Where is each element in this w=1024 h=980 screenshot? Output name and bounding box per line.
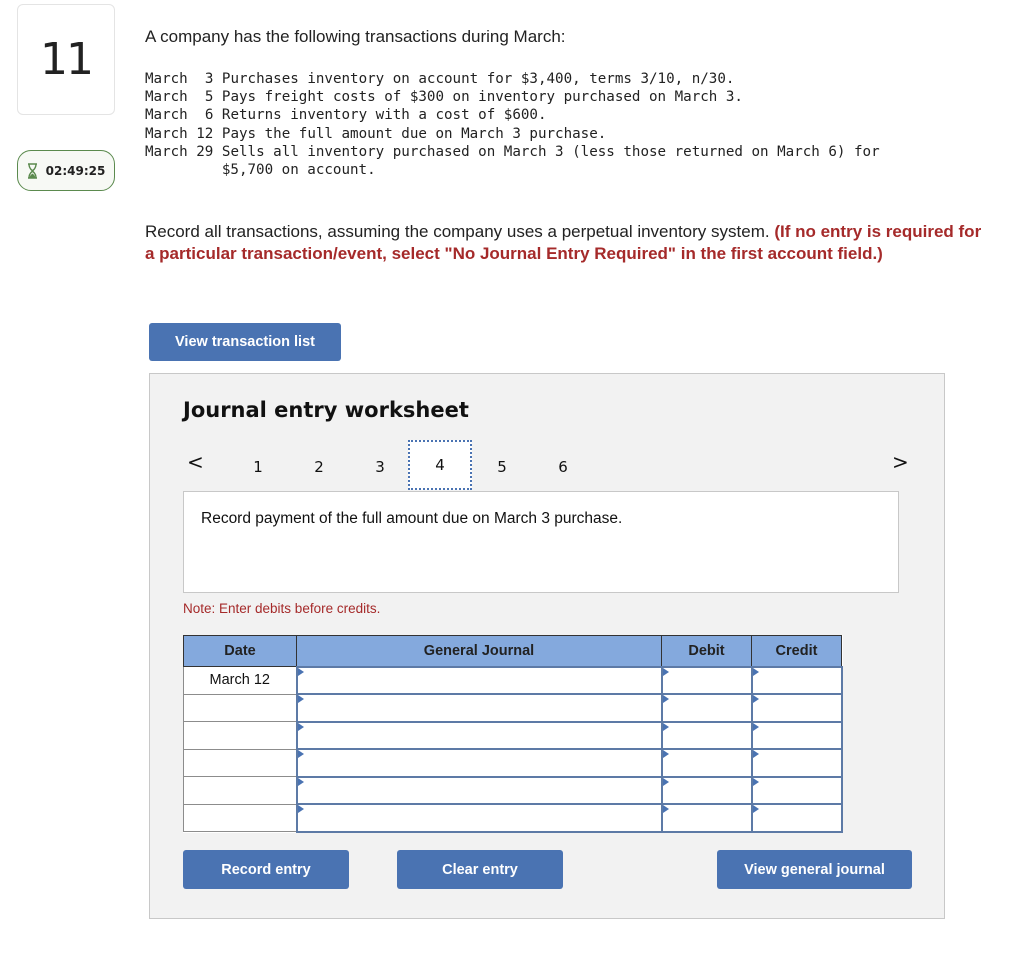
entry-note: Note: Enter debits before credits. [183, 601, 381, 616]
transaction-description: Record payment of the full amount due on… [183, 491, 899, 593]
view-general-journal-button[interactable]: View general journal [717, 850, 912, 889]
chevron-right-icon[interactable]: > [892, 450, 909, 474]
transaction-row: March 5 Pays freight costs of $300 on in… [145, 89, 743, 106]
date-cell [183, 721, 297, 750]
date-cell [183, 748, 297, 777]
date-cell [183, 776, 297, 805]
account-input[interactable] [297, 695, 661, 721]
account-input[interactable] [297, 722, 661, 748]
transaction-row: March 29 Sells all inventory purchased o… [145, 143, 880, 179]
table-row [183, 803, 843, 833]
debit-cell[interactable] [660, 693, 753, 723]
debit-input[interactable] [662, 722, 751, 748]
record-entry-button[interactable]: Record entry [183, 850, 349, 889]
credit-cell[interactable] [750, 693, 843, 723]
transaction-row: March 6 Returns inventory with a cost of… [145, 107, 547, 124]
credit-input[interactable] [752, 805, 841, 831]
account-input[interactable] [297, 805, 661, 831]
journal-header-row: Date General Journal Debit Credit [183, 635, 842, 667]
table-row [183, 775, 843, 805]
table-row: March 12 [183, 665, 843, 695]
clear-entry-button[interactable]: Clear entry [397, 850, 563, 889]
account-input[interactable] [297, 667, 661, 693]
question-intro: A company has the following transactions… [145, 27, 566, 46]
account-input[interactable] [297, 750, 661, 776]
account-cell[interactable] [295, 720, 663, 750]
header-general-journal: General Journal [296, 635, 662, 667]
account-cell[interactable] [295, 665, 663, 695]
credit-cell[interactable] [750, 775, 843, 805]
header-credit: Credit [751, 635, 842, 667]
page-tab-2[interactable]: 2 [289, 442, 349, 492]
worksheet-title: Journal entry worksheet [183, 398, 469, 422]
transaction-row: March 3 Purchases inventory on account f… [145, 71, 735, 87]
view-transaction-list-button[interactable]: View transaction list [149, 323, 341, 361]
header-debit: Debit [661, 635, 752, 667]
transaction-list: March 3 Purchases inventory on account f… [145, 70, 880, 179]
debit-input[interactable] [662, 805, 751, 831]
journal-entry-worksheet: Journal entry worksheet < 1 2 3 4 5 6 > … [149, 373, 945, 919]
page-tab-5[interactable]: 5 [472, 442, 532, 492]
debit-cell[interactable] [660, 720, 753, 750]
timer-badge: 02:49:25 [17, 150, 115, 191]
debit-cell[interactable] [660, 803, 753, 833]
account-cell[interactable] [295, 693, 663, 723]
date-cell [183, 693, 297, 722]
table-row [183, 693, 843, 723]
debit-input[interactable] [662, 667, 751, 693]
hourglass-icon [27, 162, 37, 179]
chevron-left-icon[interactable]: < [187, 450, 204, 474]
credit-input[interactable] [752, 750, 841, 776]
debit-input[interactable] [662, 750, 751, 776]
page-tab-3[interactable]: 3 [350, 442, 410, 492]
page-tab-4[interactable]: 4 [408, 440, 472, 490]
date-cell [183, 803, 297, 832]
credit-input[interactable] [752, 695, 841, 721]
timer-value: 02:49:25 [45, 163, 106, 178]
credit-input[interactable] [752, 722, 841, 748]
credit-cell[interactable] [750, 665, 843, 695]
journal-table: Date General Journal Debit Credit March … [183, 635, 843, 833]
credit-input[interactable] [752, 667, 841, 693]
page-tab-6[interactable]: 6 [533, 442, 593, 492]
date-cell: March 12 [183, 666, 297, 695]
debit-cell[interactable] [660, 748, 753, 778]
table-row [183, 720, 843, 750]
account-cell[interactable] [295, 775, 663, 805]
debit-input[interactable] [662, 777, 751, 803]
credit-cell[interactable] [750, 720, 843, 750]
debit-cell[interactable] [660, 775, 753, 805]
instructions: Record all transactions, assuming the co… [145, 221, 995, 264]
table-row [183, 748, 843, 778]
credit-cell[interactable] [750, 748, 843, 778]
account-input[interactable] [297, 777, 661, 803]
credit-cell[interactable] [750, 803, 843, 833]
question-number: 11 [17, 4, 115, 115]
transaction-row: March 12 Pays the full amount due on Mar… [145, 125, 607, 142]
debit-cell[interactable] [660, 665, 753, 695]
credit-input[interactable] [752, 777, 841, 803]
account-cell[interactable] [295, 803, 663, 833]
debit-input[interactable] [662, 695, 751, 721]
account-cell[interactable] [295, 748, 663, 778]
instruction-text: Record all transactions, assuming the co… [145, 222, 770, 241]
page-tab-1[interactable]: 1 [228, 442, 288, 492]
header-date: Date [183, 635, 297, 667]
